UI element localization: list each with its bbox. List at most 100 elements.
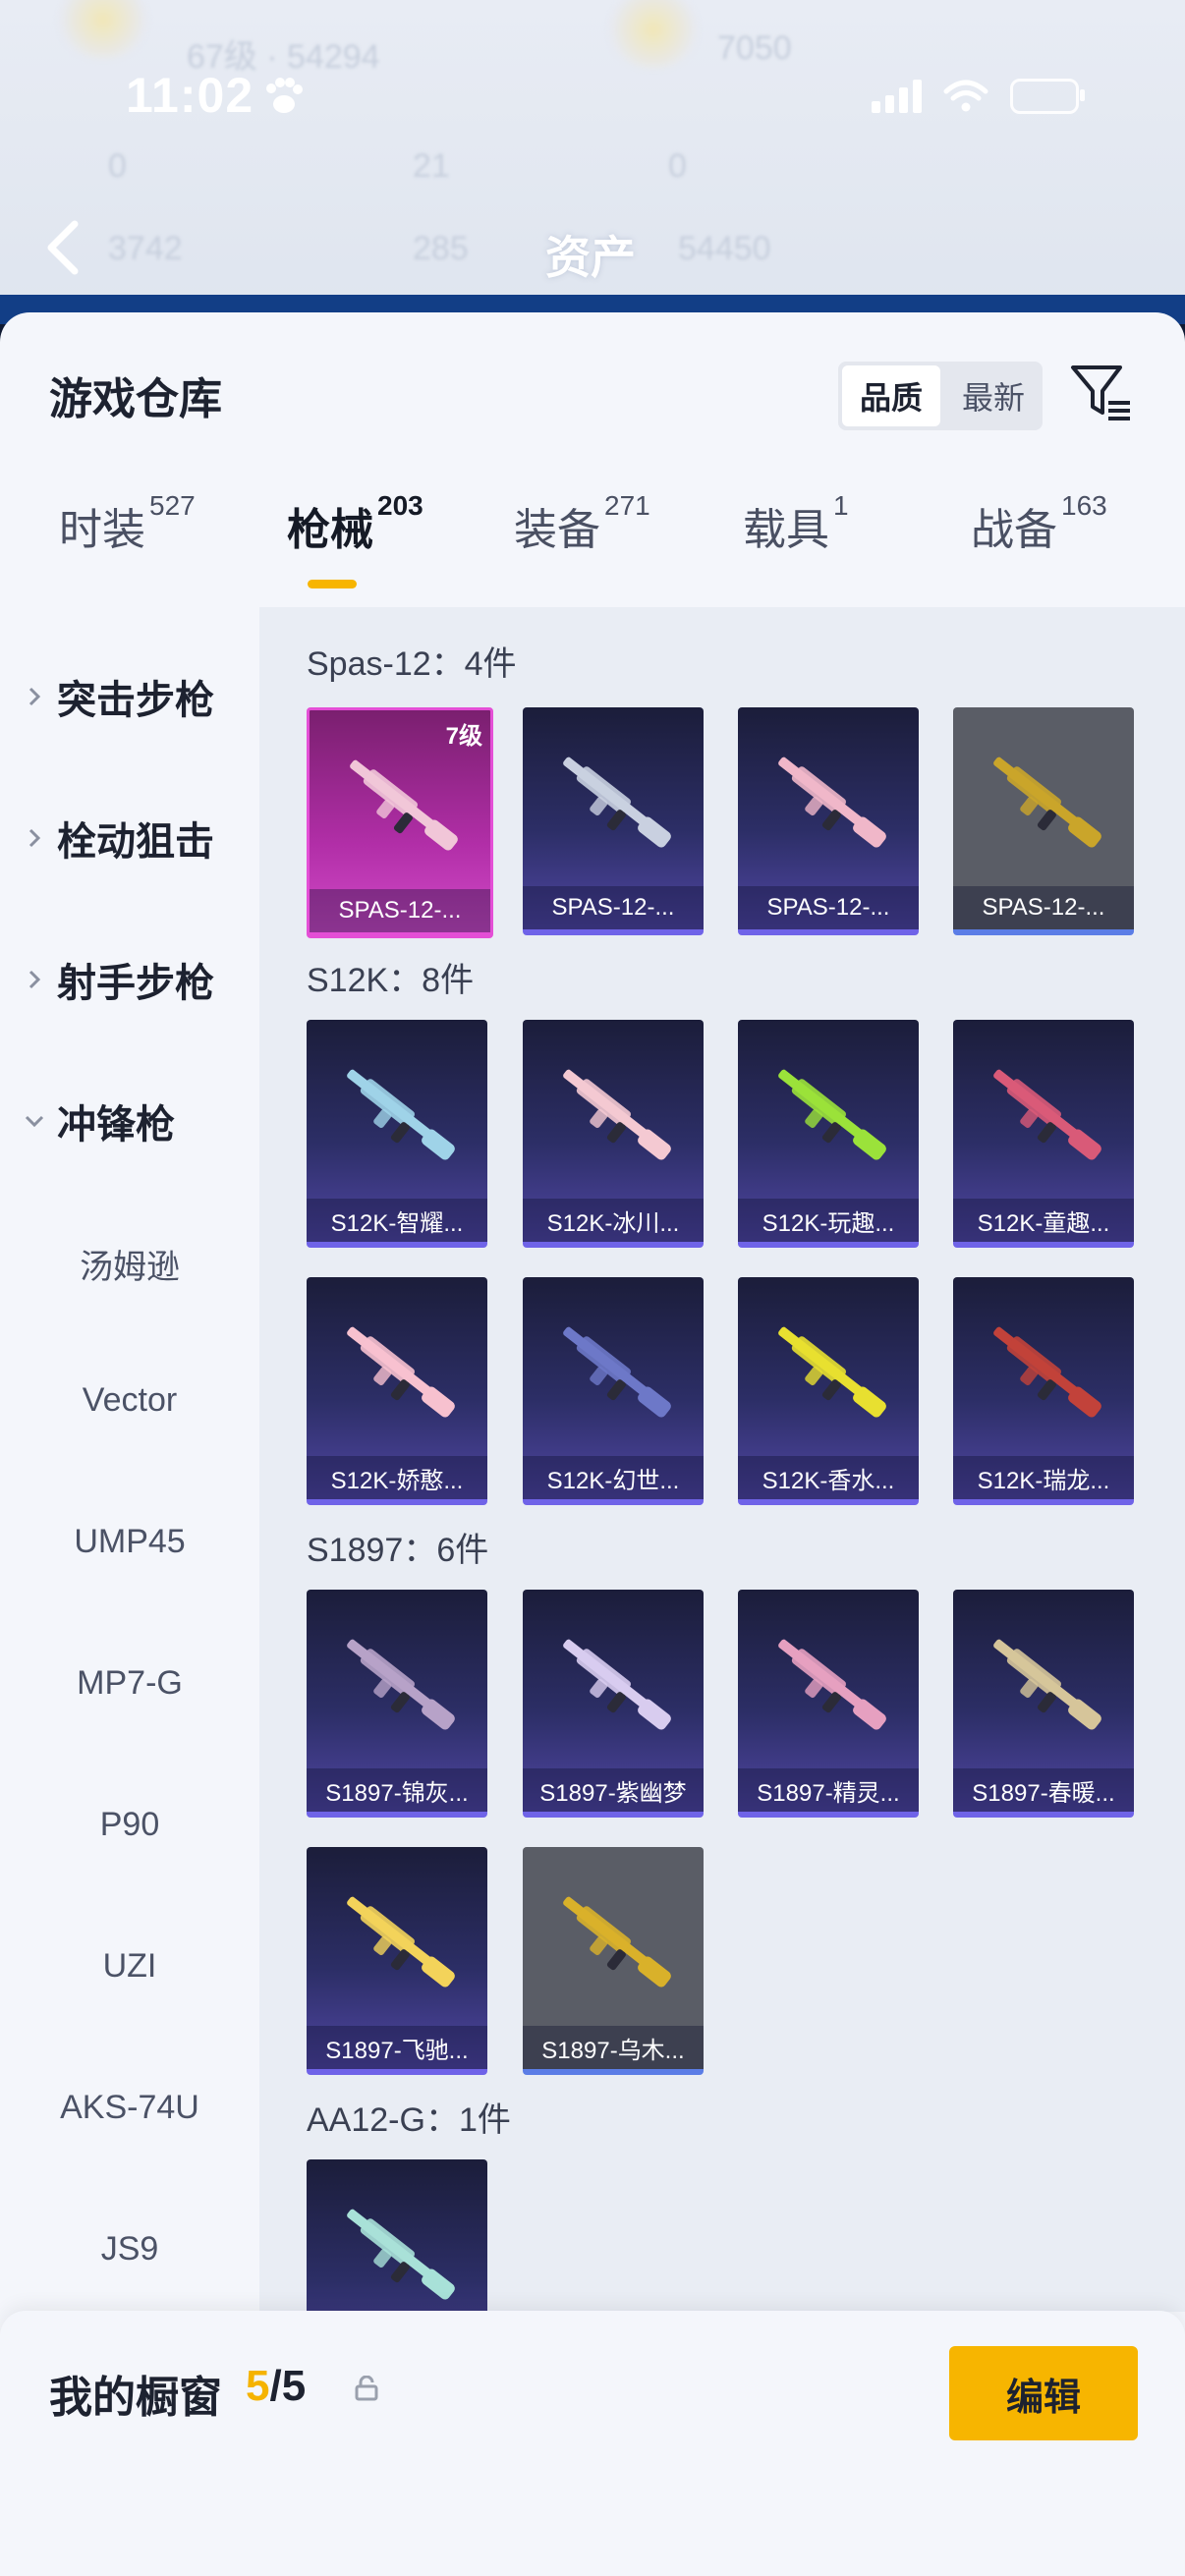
weapon-thumbnail-icon <box>778 756 886 848</box>
filter-icon[interactable] <box>1069 362 1134 426</box>
nav-sub-p90[interactable]: P90 <box>0 1806 259 1844</box>
warehouse-sheet: 游戏仓库 品质 最新 时装527 枪械203 装备271 载具1 战备163 突… <box>0 312 1185 2576</box>
weapon-card[interactable]: SPAS-12-... <box>523 707 704 935</box>
weapon-name: S12K-幻世... <box>523 1456 704 1499</box>
category-tabs: 时装527 枪械203 装备271 载具1 战备163 <box>0 490 1185 612</box>
section-title-aa12g: AA12-G：1件 <box>307 2101 511 2139</box>
edit-button[interactable]: 编辑 <box>949 2346 1138 2440</box>
weapon-thumbnail-icon <box>350 759 458 851</box>
weapon-name: S12K-智耀... <box>307 1199 487 1242</box>
showcase-count: 5/5 <box>246 2362 307 2410</box>
battery-icon <box>1010 79 1085 114</box>
weapon-grid: Spas-12：4件 S12K：8件 S1897：6件 AA12-G：1件 7级… <box>259 607 1185 2312</box>
weapon-thumbnail-icon <box>778 1639 886 1730</box>
ghost-rank-badge <box>609 0 698 69</box>
weapon-thumbnail-icon <box>563 1896 671 1988</box>
tab-supplies[interactable]: 战备163 <box>971 490 1107 557</box>
section-title-s12k: S12K：8件 <box>307 962 475 999</box>
nav-sub-mp7g[interactable]: MP7-G <box>0 1664 259 1703</box>
back-icon[interactable] <box>43 218 83 277</box>
weapon-type-nav: 突击步枪 栓动狙击 射手步枪 冲锋枪 汤姆逊 Vector UMP45 MP7-… <box>0 607 259 2277</box>
nav-group-assault-rifle[interactable]: 突击步枪 <box>24 668 214 725</box>
weapon-name: S1897-紫幽梦 <box>523 1768 704 1812</box>
showcase-bar: 我的橱窗 5/5 编辑 <box>0 2311 1185 2576</box>
weapon-name: SPAS-12-... <box>523 886 704 929</box>
weapon-card[interactable]: S12K-童趣... <box>953 1020 1134 1248</box>
weapon-card[interactable]: S1897-锦灰... <box>307 1590 487 1818</box>
weapon-card[interactable]: SPAS-12-... <box>738 707 919 935</box>
weapon-card[interactable]: S1897-春暖... <box>953 1590 1134 1818</box>
weapon-level: 7级 <box>445 723 482 750</box>
weapon-thumbnail-icon <box>993 756 1101 848</box>
nav-sub-js9[interactable]: JS9 <box>0 2230 259 2268</box>
weapon-card[interactable]: S1897-飞驰... <box>307 1847 487 2075</box>
chevron-down-icon <box>25 1115 44 1128</box>
weapon-card[interactable]: S12K-香水... <box>738 1277 919 1505</box>
ghost-rank-badge <box>59 0 147 59</box>
weapon-thumbnail-icon <box>347 1326 455 1418</box>
weapon-name: S12K-香水... <box>738 1456 919 1499</box>
weapon-thumbnail-icon <box>563 1326 671 1418</box>
weapon-card[interactable]: S1897-乌木... <box>523 1847 704 2075</box>
nav-group-bolt-sniper[interactable]: 栓动狙击 <box>24 810 214 867</box>
signal-icon <box>872 80 922 113</box>
sort-toggle: 品质 最新 <box>838 362 1043 430</box>
page-title: 资产 <box>545 232 636 283</box>
showcase-label: 我的橱窗 <box>49 2374 222 2422</box>
section-title-s1897: S1897：6件 <box>307 1532 489 1569</box>
weapon-name: SPAS-12-... <box>738 886 919 929</box>
weapon-card[interactable]: S12K-玩趣... <box>738 1020 919 1248</box>
nav-group-smg[interactable]: 冲锋枪 <box>24 1092 175 1149</box>
wifi-icon <box>943 80 988 112</box>
weapon-name: SPAS-12-... <box>310 889 490 932</box>
weapon-card[interactable]: S12K-冰川... <box>523 1020 704 1248</box>
nav-sub-uzi[interactable]: UZI <box>0 1947 259 1986</box>
ghost-text: 3742 <box>108 230 183 267</box>
weapon-name: SPAS-12-... <box>953 886 1134 929</box>
sort-option-quality[interactable]: 品质 <box>842 365 940 426</box>
weapon-name: S1897-精灵... <box>738 1768 919 1812</box>
tab-fashion[interactable]: 时装527 <box>59 490 196 557</box>
weapon-name: S12K-玩趣... <box>738 1199 919 1242</box>
weapon-card[interactable]: S1897-精灵... <box>738 1590 919 1818</box>
ghost-text: 54450 <box>678 230 771 267</box>
weapon-card[interactable]: S12K-瑞龙... <box>953 1277 1134 1505</box>
tab-vehicles[interactable]: 载具1 <box>743 490 849 557</box>
section-title-spas12: Spas-12：4件 <box>307 645 517 683</box>
weapon-name: S12K-瑞龙... <box>953 1456 1134 1499</box>
weapon-name: S12K-冰川... <box>523 1199 704 1242</box>
nav-sub-vector[interactable]: Vector <box>0 1381 259 1420</box>
weapon-card[interactable]: 7级 SPAS-12-... <box>307 707 493 938</box>
tab-equipment[interactable]: 装备271 <box>514 490 650 557</box>
weapon-thumbnail-icon <box>778 1069 886 1160</box>
weapon-thumbnail-icon <box>347 1639 455 1730</box>
weapon-card[interactable]: S12K-幻世... <box>523 1277 704 1505</box>
weapon-thumbnail-icon <box>347 2209 455 2300</box>
weapon-card[interactable]: S12K-智耀... <box>307 1020 487 1248</box>
nav-sub-thompson[interactable]: 汤姆逊 <box>0 1240 259 1288</box>
weapon-thumbnail-icon <box>347 1896 455 1988</box>
nav-sub-aks74u[interactable]: AKS-74U <box>0 2089 259 2127</box>
weapon-thumbnail-icon <box>563 1069 671 1160</box>
ghost-text: 285 <box>413 230 469 267</box>
weapon-thumbnail-icon <box>563 1639 671 1730</box>
weapon-name: S1897-乌木... <box>523 2026 704 2069</box>
weapon-card[interactable]: SPAS-12-... <box>953 707 1134 935</box>
tab-firearms[interactable]: 枪械203 <box>287 490 423 557</box>
chevron-right-icon <box>28 970 41 989</box>
sheet-title: 游戏仓库 <box>49 375 222 423</box>
ghost-text: 21 <box>413 147 450 185</box>
weapon-thumbnail-icon <box>993 1069 1101 1160</box>
nav-group-marksman-rifle[interactable]: 射手步枪 <box>24 951 214 1008</box>
weapon-name: S12K-童趣... <box>953 1199 1134 1242</box>
ghost-text: 0 <box>108 147 127 185</box>
weapon-card[interactable] <box>307 2159 487 2312</box>
chevron-right-icon <box>28 828 41 848</box>
weapon-card[interactable]: S12K-娇憨... <box>307 1277 487 1505</box>
weapon-card[interactable]: S1897-紫幽梦 <box>523 1590 704 1818</box>
ghost-text: 0 <box>668 147 687 185</box>
nav-sub-ump45[interactable]: UMP45 <box>0 1523 259 1561</box>
weapon-name: S1897-锦灰... <box>307 1768 487 1812</box>
sort-option-newest[interactable]: 最新 <box>944 365 1043 426</box>
weapon-thumbnail-icon <box>563 756 671 848</box>
